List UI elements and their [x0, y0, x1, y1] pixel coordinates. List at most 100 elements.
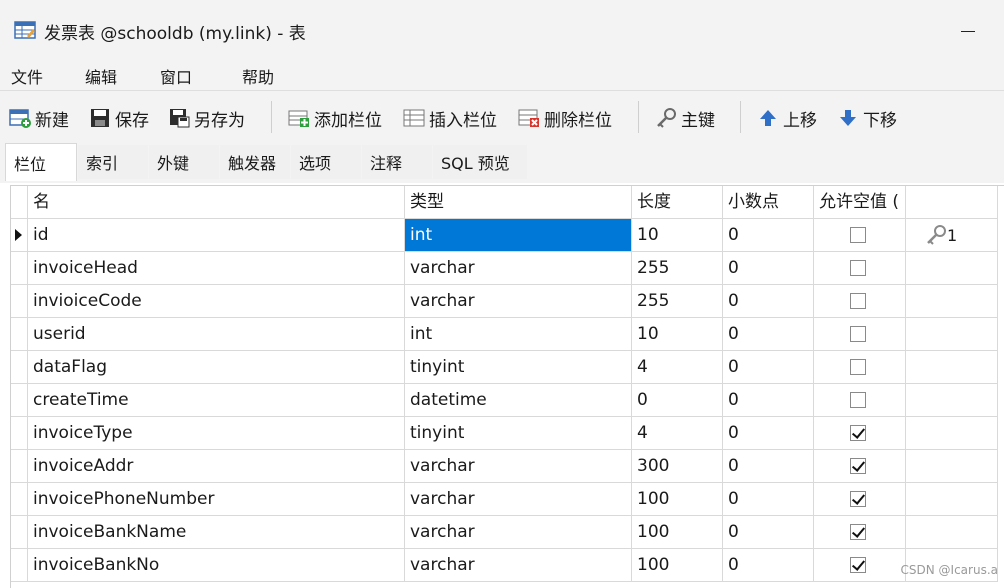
save-as-button[interactable]: 另存为 [168, 105, 245, 131]
cell-name[interactable]: invoiceHead [28, 252, 405, 285]
tab-options[interactable]: 选项 [291, 145, 361, 179]
cell-length[interactable]: 100 [632, 549, 723, 582]
save-button[interactable]: 保存 [89, 105, 149, 131]
cell-type[interactable]: varchar [405, 483, 632, 516]
nullable-checkbox[interactable] [850, 491, 866, 507]
row-selector[interactable] [11, 318, 28, 351]
new-button[interactable]: 新建 [9, 105, 69, 131]
cell-decimals[interactable]: 0 [723, 285, 814, 318]
row-selector[interactable] [11, 417, 28, 450]
cell-name[interactable]: invoiceBankName [28, 516, 405, 549]
nullable-checkbox[interactable] [850, 392, 866, 408]
cell-length[interactable]: 100 [632, 516, 723, 549]
header-decimals[interactable]: 小数点 [723, 186, 814, 219]
primary-key-button[interactable]: 主键 [655, 105, 715, 131]
cell-name[interactable]: userid [28, 318, 405, 351]
row-selector[interactable] [11, 219, 28, 252]
cell-decimals[interactable]: 0 [723, 252, 814, 285]
cell-decimals[interactable]: 0 [723, 417, 814, 450]
cell-key[interactable] [906, 384, 998, 417]
tab-triggers[interactable]: 触发器 [220, 145, 290, 179]
cell-length[interactable]: 255 [632, 252, 723, 285]
cell-type[interactable]: varchar [405, 549, 632, 582]
cell-length[interactable]: 255 [632, 285, 723, 318]
cell-length[interactable]: 10 [632, 219, 723, 252]
move-up-button[interactable]: 上移 [757, 105, 817, 131]
cell-decimals[interactable]: 0 [723, 450, 814, 483]
row-selector[interactable] [11, 516, 28, 549]
cell-decimals[interactable]: 0 [723, 351, 814, 384]
table-row[interactable]: invoiceType tinyint 4 0 [11, 417, 1004, 450]
cell-decimals[interactable]: 0 [723, 549, 814, 582]
cell-type[interactable]: varchar [405, 516, 632, 549]
minimize-button[interactable] [952, 16, 982, 46]
table-row[interactable]: createTime datetime 0 0 [11, 384, 1004, 417]
cell-type[interactable]: int [405, 318, 632, 351]
nullable-checkbox[interactable] [850, 260, 866, 276]
cell-decimals[interactable]: 0 [723, 384, 814, 417]
cell-key[interactable] [906, 450, 998, 483]
table-row[interactable]: userid int 10 0 [11, 318, 1004, 351]
menu-window[interactable]: 窗口 [160, 64, 192, 88]
cell-key[interactable]: 1 [906, 219, 998, 252]
cell-length[interactable]: 300 [632, 450, 723, 483]
table-row[interactable]: dataFlag tinyint 4 0 [11, 351, 1004, 384]
menu-help[interactable]: 帮助 [242, 64, 274, 88]
tab-foreign-keys[interactable]: 外键 [149, 145, 219, 179]
nullable-checkbox[interactable] [850, 524, 866, 540]
row-selector[interactable] [11, 285, 28, 318]
header-name[interactable]: 名 [28, 186, 405, 219]
cell-length[interactable]: 4 [632, 417, 723, 450]
cell-name[interactable]: dataFlag [28, 351, 405, 384]
table-row[interactable]: invoicePhoneNumber varchar 100 0 [11, 483, 1004, 516]
cell-type[interactable]: int [405, 219, 632, 252]
cell-decimals[interactable]: 0 [723, 219, 814, 252]
nullable-checkbox[interactable] [850, 326, 866, 342]
move-down-button[interactable]: 下移 [837, 105, 897, 131]
cell-decimals[interactable]: 0 [723, 483, 814, 516]
cell-name[interactable]: id [28, 219, 405, 252]
add-field-button[interactable]: 添加栏位 [288, 105, 382, 131]
header-type[interactable]: 类型 [405, 186, 632, 219]
tab-comments[interactable]: 注释 [362, 145, 432, 179]
table-row[interactable]: invoiceAddr varchar 300 0 [11, 450, 1004, 483]
cell-type[interactable]: datetime [405, 384, 632, 417]
table-row[interactable]: id int 10 0 1 [11, 219, 1004, 252]
nullable-checkbox[interactable] [850, 425, 866, 441]
cell-key[interactable] [906, 516, 998, 549]
nullable-checkbox[interactable] [850, 293, 866, 309]
nullable-checkbox[interactable] [850, 227, 866, 243]
tab-indexes[interactable]: 索引 [78, 145, 148, 179]
row-selector[interactable] [11, 384, 28, 417]
table-row[interactable]: invoiceBankNo varchar 100 0 [11, 549, 1004, 582]
cell-key[interactable] [906, 318, 998, 351]
header-length[interactable]: 长度 [632, 186, 723, 219]
table-row[interactable]: invoiceBankName varchar 100 0 [11, 516, 1004, 549]
cell-type[interactable]: tinyint [405, 351, 632, 384]
table-row[interactable]: invoiceHead varchar 255 0 [11, 252, 1004, 285]
nullable-checkbox[interactable] [850, 458, 866, 474]
delete-field-button[interactable]: 删除栏位 [518, 105, 612, 131]
cell-type[interactable]: varchar [405, 252, 632, 285]
row-selector[interactable] [11, 450, 28, 483]
cell-length[interactable]: 100 [632, 483, 723, 516]
header-key[interactable] [906, 186, 998, 219]
header-nullable[interactable]: 允许空值 ( [814, 186, 906, 219]
row-selector[interactable] [11, 549, 28, 582]
cell-name[interactable]: createTime [28, 384, 405, 417]
row-selector[interactable] [11, 483, 28, 516]
tab-fields[interactable]: 栏位 [5, 143, 77, 181]
cell-name[interactable]: invoicePhoneNumber [28, 483, 405, 516]
cell-key[interactable] [906, 483, 998, 516]
insert-field-button[interactable]: 插入栏位 [403, 105, 497, 131]
cell-key[interactable] [906, 351, 998, 384]
row-selector[interactable] [11, 252, 28, 285]
cell-name[interactable]: invioiceCode [28, 285, 405, 318]
cell-key[interactable] [906, 285, 998, 318]
cell-length[interactable]: 0 [632, 384, 723, 417]
tab-sql-preview[interactable]: SQL 预览 [433, 145, 527, 179]
cell-length[interactable]: 10 [632, 318, 723, 351]
cell-name[interactable]: invoiceType [28, 417, 405, 450]
cell-name[interactable]: invoiceBankNo [28, 549, 405, 582]
cell-length[interactable]: 4 [632, 351, 723, 384]
